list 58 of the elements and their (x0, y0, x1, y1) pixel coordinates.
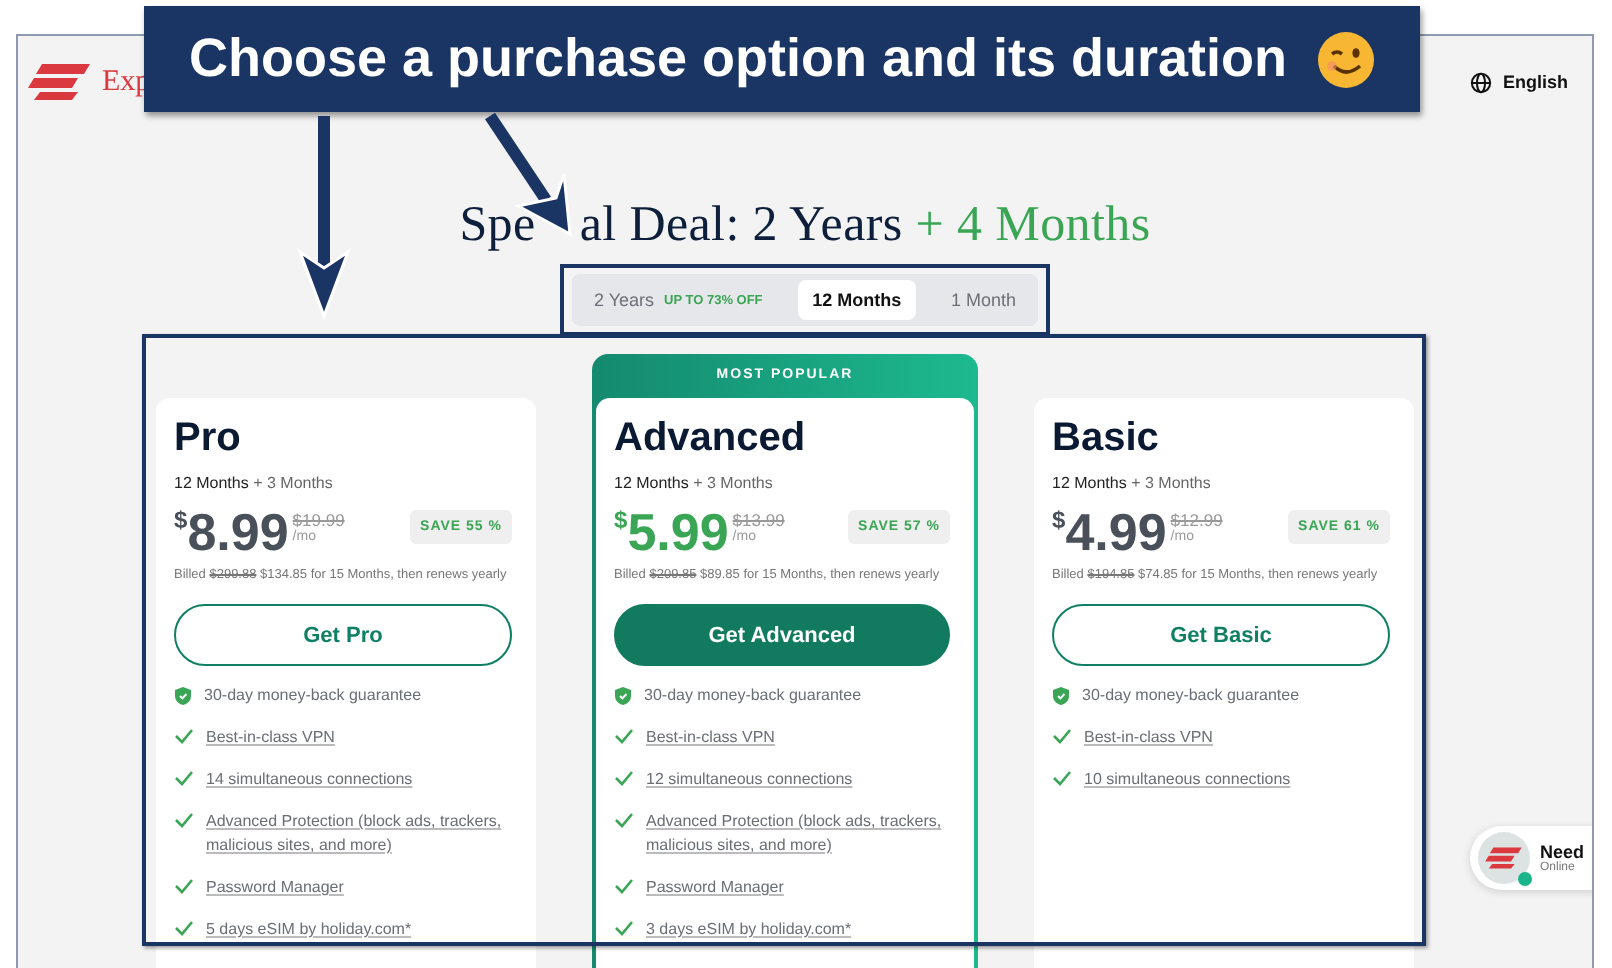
check-icon (614, 728, 634, 744)
plan-term: 12 Months + 3 Months (614, 474, 775, 492)
heading: al Deal: 2 Years (579, 198, 903, 252)
logo-icon (1483, 844, 1524, 872)
globe-icon (1470, 71, 1493, 93)
check-icon (1052, 728, 1072, 744)
get-plan-button[interactable]: Get Pro (174, 604, 512, 666)
check-icon (174, 878, 194, 894)
get-plan-button[interactable]: Get Basic (1052, 604, 1390, 666)
check-icon (614, 920, 634, 936)
feature-link[interactable]: Advanced Protection (block ads, trackers, malicious sites, and more) (206, 810, 512, 858)
shield-icon (174, 686, 192, 706)
language-selector[interactable]: English (1470, 71, 1568, 93)
feature-link[interactable]: 12 simultaneous connections (646, 768, 853, 792)
old-price: $13.99 (732, 510, 785, 530)
plan-name: Advanced (614, 416, 808, 462)
check-icon (614, 770, 634, 786)
plan-price: $^{$}$8.99 (174, 506, 289, 558)
duration-tab[interactable]: 12 Months (798, 280, 916, 320)
chat-title: Need (1539, 842, 1584, 862)
plan-price: $^{$}$4.99 (1052, 506, 1167, 558)
duration-tab[interactable]: 1 Month (936, 280, 1030, 320)
logo-icon (26, 62, 94, 102)
feature-link[interactable]: Best-in-class VPN (1084, 726, 1213, 750)
feature-text: 30-day money-back guarantee (204, 684, 422, 708)
check-icon (614, 812, 634, 828)
feature-link[interactable]: 3 days eSIM by holiday.com* (646, 918, 852, 942)
plan-name: Pro (174, 416, 243, 462)
online-dot (1517, 872, 1532, 886)
check-icon (614, 878, 634, 894)
shield-icon (614, 686, 632, 706)
check-icon (174, 920, 194, 936)
heading: Spe (459, 198, 536, 252)
plan-term: 12 Months + 3 Months (1052, 474, 1213, 492)
feature-text: 30-day money-back guarantee (1082, 684, 1300, 708)
feature-text: 30-day money-back guarantee (644, 684, 862, 708)
get-plan-button[interactable]: Get Advanced (614, 604, 950, 666)
plan-price: $^{$}$5.99 (614, 506, 729, 558)
check-icon (174, 770, 194, 786)
plan-name: Basic (1052, 416, 1161, 462)
plan-term: 12 Months + 3 Months (174, 474, 335, 492)
feature-link[interactable]: 10 simultaneous connections (1084, 768, 1291, 792)
feature-link[interactable]: 5 days eSIM by holiday.com* (206, 918, 412, 942)
check-icon (174, 812, 194, 828)
feature-link[interactable]: Best-in-class VPN (206, 726, 335, 750)
old-price: $19.99 (292, 510, 345, 530)
heading-bonus: + 4 Months (915, 198, 1151, 252)
feature-link[interactable]: Best-in-class VPN (646, 726, 775, 750)
feature-link[interactable]: Password Manager (646, 876, 784, 900)
shield-icon (1052, 686, 1070, 706)
feature-link[interactable]: 14 simultaneous connections (206, 768, 413, 792)
check-icon (174, 728, 194, 744)
feature-link[interactable]: Password Manager (206, 876, 344, 900)
old-price: $12.99 (1170, 510, 1223, 530)
feature-link[interactable]: Advanced Protection (block ads, trackers, malicious sites, and more) (646, 810, 950, 858)
callout-text: Choose a purchase option and its duration (188, 28, 1288, 90)
wink-face-icon (1315, 29, 1376, 89)
check-icon (1052, 770, 1072, 786)
